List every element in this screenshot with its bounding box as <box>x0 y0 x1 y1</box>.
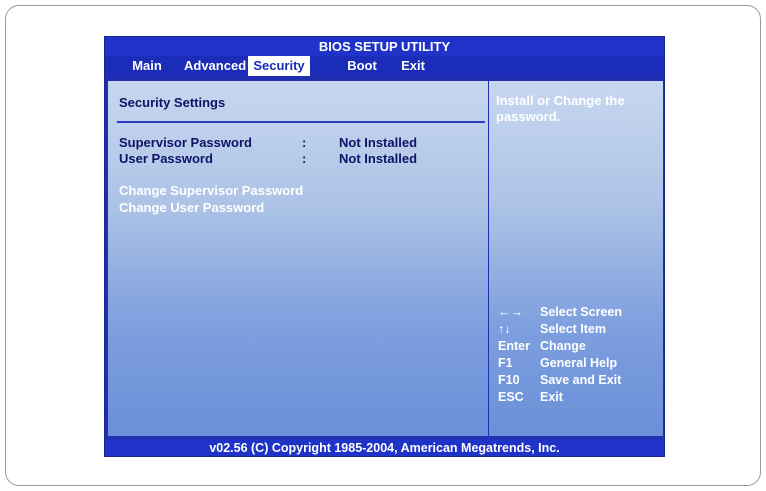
left-right-arrows-icon: ←→ <box>498 305 523 319</box>
key-description: Save and Exit <box>540 373 622 387</box>
up-down-arrows-icon: ↑↓ <box>498 322 511 336</box>
menu-tab-exit[interactable]: Exit <box>397 56 429 76</box>
help-description: Install or Change the password. <box>496 93 625 124</box>
setting-colon: : <box>302 151 307 166</box>
menu-tab-advanced[interactable]: Advanced <box>184 56 246 76</box>
key-name: F10 <box>498 373 520 387</box>
menu-tab-main[interactable]: Main <box>127 56 167 76</box>
key-description: Select Item <box>540 322 607 336</box>
setting-label: Supervisor Password <box>119 135 252 150</box>
menu-bar: Main Advanced Security Boot Exit <box>105 56 664 76</box>
key-name: F1 <box>498 356 513 370</box>
setting-value: Not Installed <box>339 151 418 166</box>
section-divider <box>117 121 485 123</box>
section-title: Security Settings <box>119 95 226 110</box>
key-description: General Help <box>540 356 618 370</box>
setting-value: Not Installed <box>339 135 418 150</box>
bios-title: BIOS SETUP UTILITY <box>105 37 664 56</box>
key-name: Enter <box>498 339 530 353</box>
change-supervisor-password-item[interactable]: Change Supervisor Password <box>119 183 303 199</box>
change-user-password-item[interactable]: Change User Password <box>119 200 264 216</box>
setting-colon: : <box>302 135 307 150</box>
menu-tab-boot[interactable]: Boot <box>343 56 381 76</box>
key-description: Exit <box>540 390 563 404</box>
help-panel: Install or Change the password. ←→ Selec… <box>489 81 663 436</box>
key-name: ESC <box>498 390 524 404</box>
settings-panel: Security Settings Supervisor Password : … <box>108 81 488 436</box>
copyright-footer: v02.56 (C) Copyright 1985-2004, American… <box>105 439 664 456</box>
menu-tab-security[interactable]: Security <box>248 56 310 76</box>
setting-label: User Password <box>119 151 213 166</box>
key-description: Change <box>540 339 586 353</box>
bios-window: BIOS SETUP UTILITY Main Advanced Securit… <box>104 36 665 457</box>
key-description: Select Screen <box>540 305 622 319</box>
